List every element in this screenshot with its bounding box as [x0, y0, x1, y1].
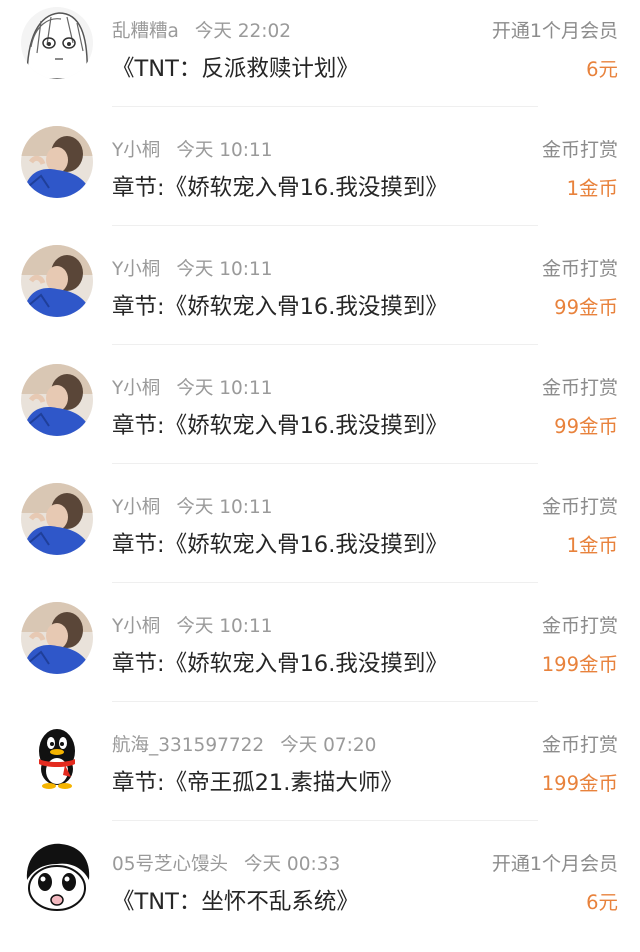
list-item[interactable]: Y小桐 今天 10:11 金币打赏 章节:《娇软宠入骨16.我没摸到》 99金币: [0, 238, 640, 357]
record-type-label: 开通1个月会员: [491, 20, 618, 42]
item-title[interactable]: 章节:《娇软宠入骨16.我没摸到》: [112, 289, 448, 321]
amount-value: 99金币: [554, 415, 618, 438]
record-type-label: 开通1个月会员: [491, 853, 618, 875]
divider: [112, 820, 538, 821]
item-title[interactable]: 章节:《娇软宠入骨16.我没摸到》: [112, 527, 448, 559]
photo-girl-avatar[interactable]: [21, 364, 93, 436]
list-item[interactable]: 05号芝心馒头 今天 00:33 开通1个月会员 《TNT：坐怀不乱系统》 6元: [0, 833, 640, 952]
amount-value: 6元: [586, 58, 618, 81]
timestamp: 今天 10:11: [176, 497, 273, 518]
amount-value: 6元: [586, 891, 618, 914]
username[interactable]: 05号芝心馒头: [112, 854, 228, 875]
list-item[interactable]: 航海_331597722 今天 07:20 金币打赏 章节:《帝王孤21.素描大师…: [0, 714, 640, 833]
qq-penguin-avatar[interactable]: [21, 721, 93, 793]
amount-value: 199金币: [541, 653, 618, 676]
cartoon-face-avatar[interactable]: [21, 840, 93, 912]
list-item[interactable]: 乱糟糟a 今天 22:02 开通1个月会员 《TNT：反派救赎计划》 6元: [0, 0, 640, 119]
amount-value: 1金币: [566, 177, 618, 200]
divider: [112, 225, 538, 226]
divider: [112, 106, 538, 107]
timestamp: 今天 10:11: [176, 378, 273, 399]
list-item[interactable]: Y小桐 今天 10:11 金币打赏 章节:《娇软宠入骨16.我没摸到》 1金币: [0, 476, 640, 595]
photo-girl-avatar[interactable]: [21, 126, 93, 198]
photo-girl-avatar[interactable]: [21, 245, 93, 317]
record-type-label: 金币打赏: [541, 258, 618, 280]
item-title[interactable]: 章节:《娇软宠入骨16.我没摸到》: [112, 408, 448, 440]
divider: [112, 344, 538, 345]
username[interactable]: Y小桐: [112, 497, 160, 518]
timestamp: 今天 00:33: [244, 854, 341, 875]
amount-value: 99金币: [554, 296, 618, 319]
record-type-label: 金币打赏: [541, 734, 618, 756]
timestamp: 今天 10:11: [176, 259, 273, 280]
record-type-label: 金币打赏: [541, 139, 618, 161]
list-item[interactable]: Y小桐 今天 10:11 金币打赏 章节:《娇软宠入骨16.我没摸到》 199金币: [0, 595, 640, 714]
username[interactable]: 乱糟糟a: [112, 21, 179, 42]
username[interactable]: Y小桐: [112, 259, 160, 280]
sketch-girl-avatar[interactable]: [21, 7, 93, 79]
record-type-label: 金币打赏: [541, 377, 618, 399]
record-type-label: 金币打赏: [541, 615, 618, 637]
username[interactable]: Y小桐: [112, 616, 160, 637]
item-title[interactable]: 章节:《帝王孤21.素描大师》: [112, 765, 403, 797]
list-item[interactable]: Y小桐 今天 10:11 金币打赏 章节:《娇软宠入骨16.我没摸到》 1金币: [0, 119, 640, 238]
divider: [112, 582, 538, 583]
photo-girl-avatar[interactable]: [21, 483, 93, 555]
amount-value: 1金币: [566, 534, 618, 557]
record-type-label: 金币打赏: [541, 496, 618, 518]
amount-value: 199金币: [541, 772, 618, 795]
timestamp: 今天 10:11: [176, 616, 273, 637]
item-title[interactable]: 《TNT：坐怀不乱系统》: [112, 884, 359, 916]
username[interactable]: 航海_331597722: [112, 735, 264, 756]
divider: [112, 701, 538, 702]
item-title[interactable]: 章节:《娇软宠入骨16.我没摸到》: [112, 646, 448, 678]
list-item[interactable]: Y小桐 今天 10:11 金币打赏 章节:《娇软宠入骨16.我没摸到》 99金币: [0, 357, 640, 476]
photo-girl-avatar[interactable]: [21, 602, 93, 674]
username[interactable]: Y小桐: [112, 378, 160, 399]
item-title[interactable]: 章节:《娇软宠入骨16.我没摸到》: [112, 170, 448, 202]
username[interactable]: Y小桐: [112, 140, 160, 161]
timestamp: 今天 22:02: [194, 21, 292, 42]
divider: [112, 463, 538, 464]
timestamp: 今天 10:11: [176, 140, 273, 161]
timestamp: 今天 07:20: [280, 735, 377, 756]
item-title[interactable]: 《TNT：反派救赎计划》: [112, 51, 359, 83]
